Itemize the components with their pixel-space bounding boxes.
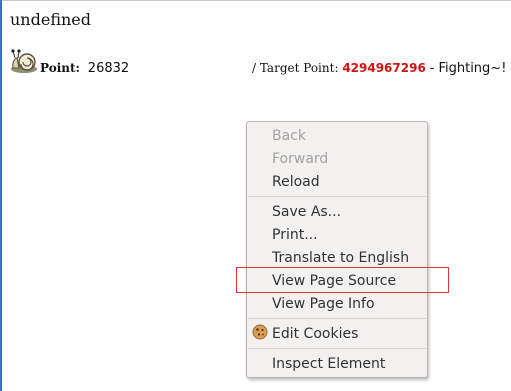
menu-item-print[interactable]: Print... [272, 226, 318, 244]
cookie-icon [252, 324, 268, 340]
menu-item-reload[interactable]: Reload [272, 173, 320, 191]
window-left-border [0, 0, 2, 391]
context-menu: Back Forward Reload Save As... Print... … [246, 121, 428, 378]
menu-item-forward[interactable]: Forward [272, 150, 328, 168]
menu-separator [248, 318, 426, 319]
menu-item-inspect-element[interactable]: Inspect Element [272, 355, 385, 373]
target-value: 4294967296 [342, 61, 426, 75]
menu-separator [248, 196, 426, 197]
menu-item-edit-cookies[interactable]: Edit Cookies [272, 325, 358, 343]
window-top-border [0, 0, 511, 1]
menu-item-translate[interactable]: Translate to English [272, 249, 409, 267]
slogan-text: - Fighting~! [429, 61, 507, 76]
highlight-box [236, 267, 449, 293]
menu-item-save-as[interactable]: Save As... [272, 203, 341, 221]
menu-item-view-page-info[interactable]: View Page Info [272, 295, 375, 313]
page-title: undefined [10, 10, 92, 29]
point-row: Point: 26832 [40, 61, 129, 76]
target-row: / Target Point: 4294967296 - Fighting~! [252, 61, 506, 76]
point-value: 26832 [87, 61, 130, 76]
point-label: Point: [40, 61, 80, 75]
menu-item-back[interactable]: Back [272, 127, 306, 145]
target-label: / Target Point: [252, 61, 339, 75]
menu-separator [248, 348, 426, 349]
snail-icon [11, 49, 37, 73]
